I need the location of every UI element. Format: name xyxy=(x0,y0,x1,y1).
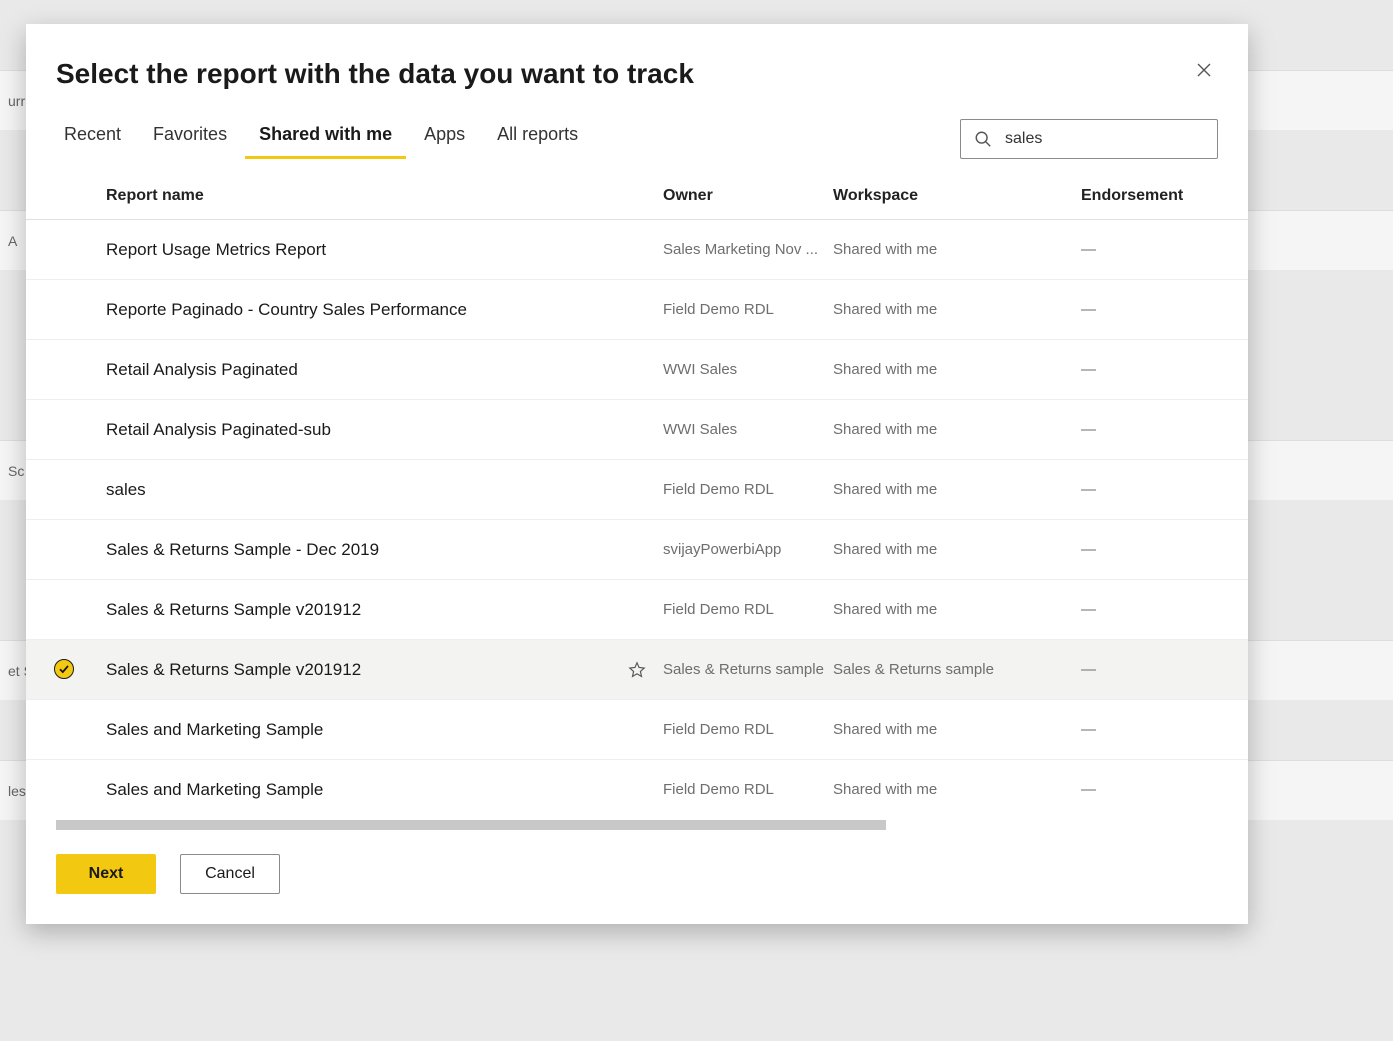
report-workspace: Shared with me xyxy=(833,601,1081,618)
report-endorsement: — xyxy=(1081,601,1211,618)
select-report-dialog: Select the report with the data you want… xyxy=(26,24,1248,924)
report-owner: Field Demo RDL xyxy=(663,721,833,738)
report-workspace: Shared with me xyxy=(833,781,1081,798)
report-name: Sales & Returns Sample v201912 xyxy=(106,660,611,680)
selected-check-icon xyxy=(54,659,74,679)
cancel-button[interactable]: Cancel xyxy=(180,854,280,894)
report-name: Reporte Paginado - Country Sales Perform… xyxy=(106,300,611,320)
report-name: Sales & Returns Sample - Dec 2019 xyxy=(106,540,611,560)
search-input[interactable] xyxy=(960,119,1218,159)
col-header-workspace[interactable]: Workspace xyxy=(833,187,1081,205)
tab-shared-with-me[interactable]: Shared with me xyxy=(243,118,408,159)
report-endorsement: — xyxy=(1081,781,1211,798)
table-row[interactable]: Sales and Marketing Sample Field Demo RDL… xyxy=(26,700,1248,760)
col-header-endorsement[interactable]: Endorsement xyxy=(1081,187,1211,205)
report-endorsement: — xyxy=(1081,541,1211,558)
report-endorsement: — xyxy=(1081,361,1211,378)
dialog-title: Select the report with the data you want… xyxy=(56,58,694,90)
report-owner: Field Demo RDL xyxy=(663,481,833,498)
search-icon xyxy=(974,130,992,148)
close-icon xyxy=(1196,62,1212,78)
col-header-report-name[interactable]: Report name xyxy=(106,187,611,205)
report-endorsement: — xyxy=(1081,301,1211,318)
table-row[interactable]: Sales & Returns Sample v201912 Field Demo… xyxy=(26,580,1248,640)
report-workspace: Shared with me xyxy=(833,421,1081,438)
report-owner: Sales Marketing Nov ... xyxy=(663,241,833,258)
tab-favorites[interactable]: Favorites xyxy=(137,118,243,159)
report-name: Report Usage Metrics Report xyxy=(106,240,611,260)
report-owner: WWI Sales xyxy=(663,361,833,378)
report-owner: Field Demo RDL xyxy=(663,781,833,798)
report-workspace: Shared with me xyxy=(833,541,1081,558)
col-header-owner[interactable]: Owner xyxy=(663,187,833,205)
table-header-row: Report name Owner Workspace Endorsement xyxy=(26,173,1248,220)
tab-recent[interactable]: Recent xyxy=(56,118,137,159)
report-workspace: Shared with me xyxy=(833,301,1081,318)
next-button[interactable]: Next xyxy=(56,854,156,894)
table-row[interactable]: sales Field Demo RDLShared with me— xyxy=(26,460,1248,520)
report-owner: Field Demo RDL xyxy=(663,301,833,318)
report-name: Retail Analysis Paginated xyxy=(106,360,611,380)
table-row[interactable]: Sales & Returns Sample v201912 Sales & Re… xyxy=(26,640,1248,700)
report-endorsement: — xyxy=(1081,421,1211,438)
report-owner: Sales & Returns sample xyxy=(663,661,833,678)
report-name: Retail Analysis Paginated-sub xyxy=(106,420,611,440)
report-workspace: Shared with me xyxy=(833,481,1081,498)
table-row[interactable]: Report Usage Metrics Report Sales Marketi… xyxy=(26,220,1248,280)
star-icon[interactable] xyxy=(628,661,646,679)
report-workspace: Sales & Returns sample xyxy=(833,661,1081,678)
report-name: sales xyxy=(106,480,611,500)
tab-apps[interactable]: Apps xyxy=(408,118,481,159)
report-name: Sales and Marketing Sample xyxy=(106,780,611,800)
tab-list: Recent Favorites Shared with me Apps All… xyxy=(56,118,594,159)
report-endorsement: — xyxy=(1081,661,1211,678)
report-endorsement: — xyxy=(1081,241,1211,258)
report-workspace: Shared with me xyxy=(833,721,1081,738)
table-row[interactable]: Retail Analysis Paginated WWI SalesShared… xyxy=(26,340,1248,400)
table-row[interactable]: Sales and Marketing Sample Field Demo RDL… xyxy=(26,760,1248,818)
table-row[interactable]: Reporte Paginado - Country Sales Perform… xyxy=(26,280,1248,340)
report-owner: WWI Sales xyxy=(663,421,833,438)
horizontal-scrollbar[interactable] xyxy=(56,818,1218,832)
table-row[interactable]: Sales & Returns Sample - Dec 2019 svijayP… xyxy=(26,520,1248,580)
table-row[interactable]: Retail Analysis Paginated-sub WWI SalesSh… xyxy=(26,400,1248,460)
report-owner: svijayPowerbiApp xyxy=(663,541,833,558)
report-name: Sales and Marketing Sample xyxy=(106,720,611,740)
report-name: Sales & Returns Sample v201912 xyxy=(106,600,611,620)
report-workspace: Shared with me xyxy=(833,241,1081,258)
report-endorsement: — xyxy=(1081,721,1211,738)
report-workspace: Shared with me xyxy=(833,361,1081,378)
report-owner: Field Demo RDL xyxy=(663,601,833,618)
close-button[interactable] xyxy=(1188,54,1220,86)
report-endorsement: — xyxy=(1081,481,1211,498)
tab-all-reports[interactable]: All reports xyxy=(481,118,594,159)
